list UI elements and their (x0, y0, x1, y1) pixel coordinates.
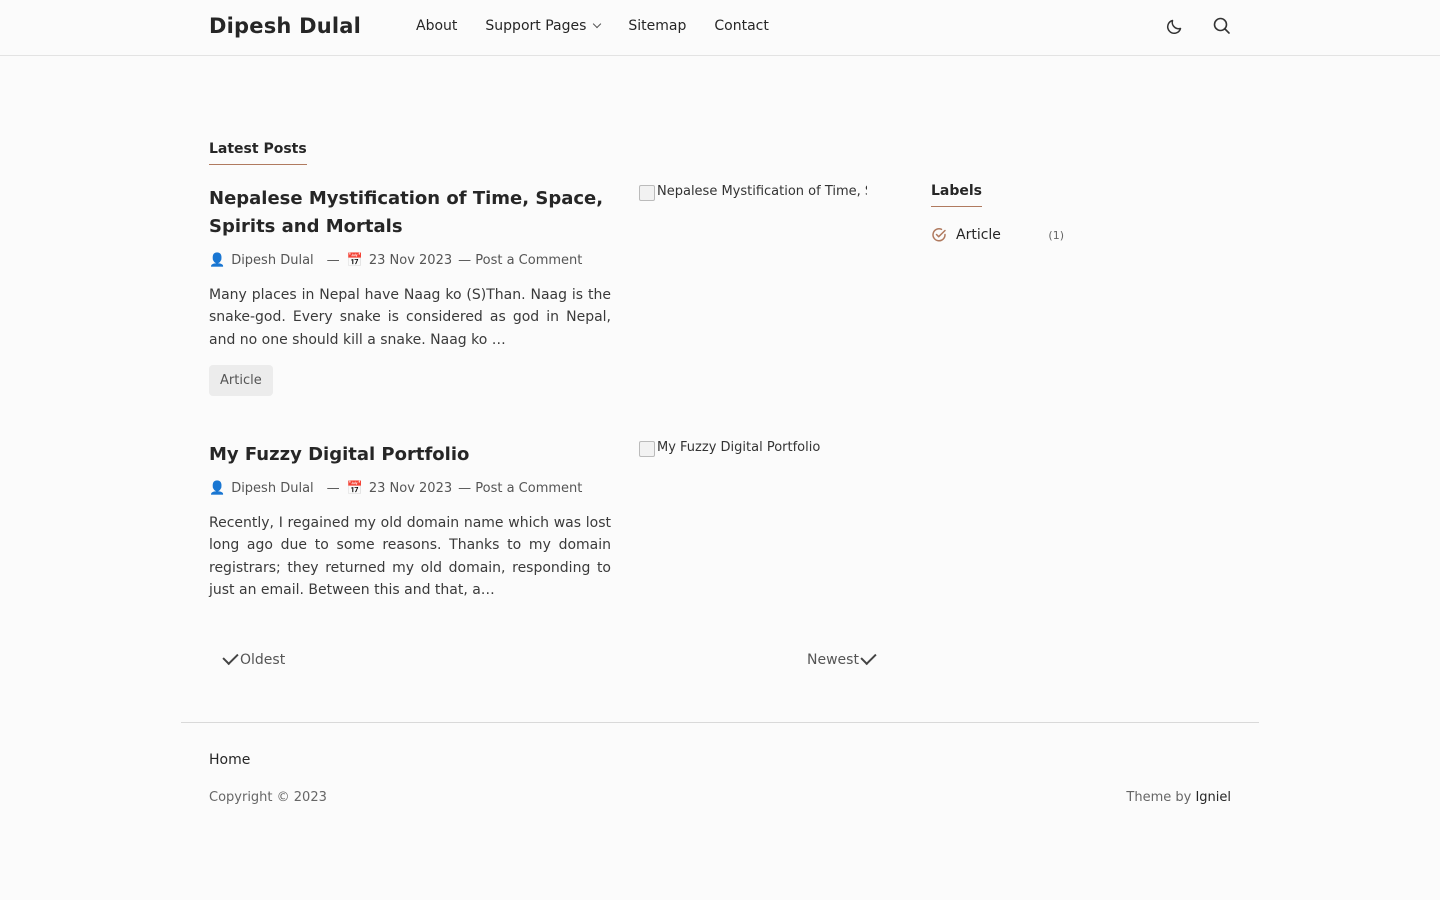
author-icon: 👤 (209, 481, 226, 496)
pager-newest-label: Newest (807, 652, 859, 668)
moon-icon[interactable] (1165, 16, 1185, 36)
broken-image-icon (639, 185, 655, 201)
latest-posts-heading: Latest Posts (209, 141, 307, 165)
post-author[interactable]: Dipesh Dulal (231, 253, 313, 268)
post-snippet: Many places in Nepal have Naag ko (S)Tha… (209, 287, 611, 348)
check-circle-icon (932, 228, 946, 242)
check-icon (222, 648, 239, 666)
thumbnail-alt-text: Nepalese Mystification of Time, Space, S… (657, 185, 867, 199)
nav-about-label: About (416, 18, 458, 34)
post-comment-link[interactable]: — Post a Comment (458, 253, 582, 268)
check-icon (860, 648, 877, 666)
nav-support-pages[interactable]: Support Pages (485, 18, 602, 34)
post-thumbnail[interactable]: Nepalese Mystification of Time, Space, S… (639, 185, 879, 385)
post-date: 23 Nov 2023 (368, 253, 453, 268)
main-nav: About Support Pages Sitemap Contact (416, 18, 797, 34)
post-thumbnail[interactable]: My Fuzzy Digital Portfolio (639, 441, 879, 641)
post-date: 23 Nov 2023 (368, 481, 453, 496)
nav-sitemap[interactable]: Sitemap (628, 18, 686, 34)
post-tag[interactable]: Article (209, 365, 273, 397)
footer-home-link[interactable]: Home (209, 752, 250, 768)
post-meta: 👤 Dipesh Dulal — 📅 23 Nov 2023 — Post a … (209, 481, 611, 496)
author-icon: 👤 (209, 253, 226, 268)
post-title[interactable]: My Fuzzy Digital Portfolio (209, 441, 611, 469)
nav-support-pages-label: Support Pages (485, 18, 587, 34)
chevron-down-icon (593, 19, 602, 29)
pager-oldest-label: Oldest (240, 652, 286, 668)
label-name: Article (956, 227, 1001, 243)
post-title[interactable]: Nepalese Mystification of Time, Space, S… (209, 185, 611, 241)
site-header: Dipesh Dulal About Support Pages Sitemap… (0, 0, 1440, 56)
pager-oldest[interactable]: Oldest (222, 648, 286, 668)
post-card: Nepalese Mystification of Time, Space, S… (209, 185, 611, 397)
search-icon[interactable] (1212, 16, 1232, 36)
theme-prefix: Theme by (1126, 790, 1192, 805)
post-comment-link[interactable]: — Post a Comment (458, 481, 582, 496)
meta-separator: — (326, 481, 340, 496)
copyright-text: Copyright © 2023 (209, 790, 327, 805)
broken-image-icon (639, 441, 655, 457)
post-snippet: Recently, I regained my old domain name … (209, 515, 611, 599)
calendar-icon: 📅 (346, 253, 363, 268)
label-count: (1) (1048, 228, 1064, 242)
label-item-article[interactable]: Article (1) (931, 227, 1064, 243)
nav-sitemap-label: Sitemap (628, 18, 687, 34)
thumbnail-alt-text: My Fuzzy Digital Portfolio (657, 441, 821, 455)
post-card: My Fuzzy Digital Portfolio 👤 Dipesh Dula… (209, 441, 611, 602)
site-title[interactable]: Dipesh Dulal (209, 14, 361, 38)
post-meta: 👤 Dipesh Dulal — 📅 23 Nov 2023 — Post a … (209, 253, 611, 268)
calendar-icon: 📅 (346, 481, 363, 496)
nav-contact-label: Contact (714, 18, 769, 34)
labels-heading: Labels (931, 183, 983, 207)
nav-contact[interactable]: Contact (714, 18, 768, 34)
theme-author-link[interactable]: Igniel (1195, 790, 1231, 805)
meta-separator: — (326, 253, 340, 268)
footer-divider (181, 722, 1259, 723)
post-author[interactable]: Dipesh Dulal (231, 481, 313, 496)
pager-newest[interactable]: Newest (807, 648, 877, 668)
theme-credit: Theme by Igniel (1126, 790, 1231, 805)
nav-about[interactable]: About (416, 18, 457, 34)
